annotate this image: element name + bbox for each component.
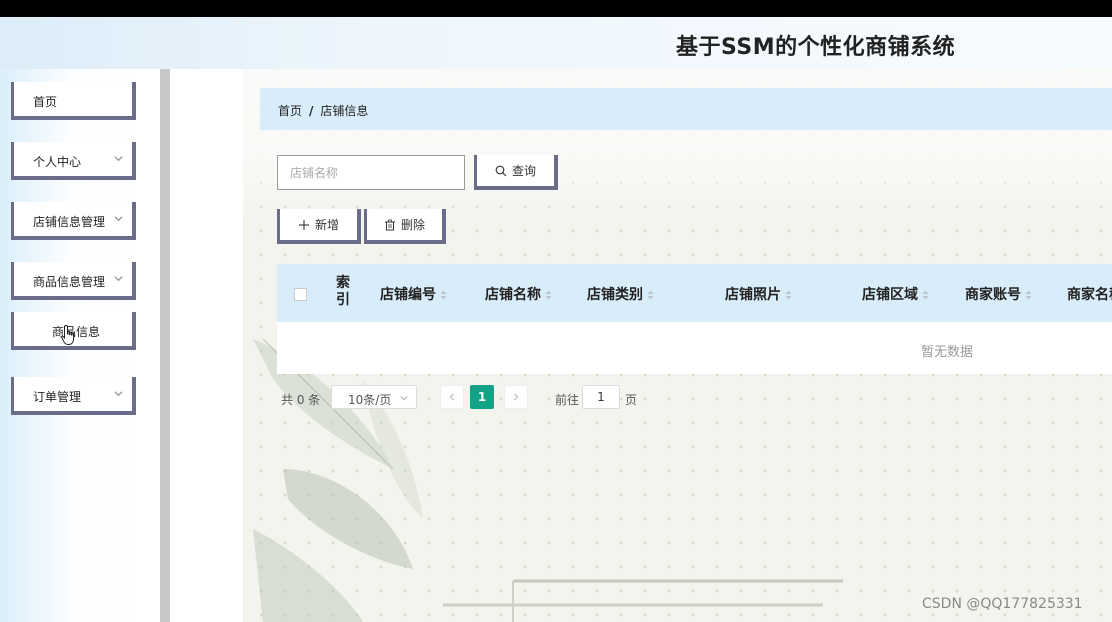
plus-icon <box>298 219 309 230</box>
sort-icon[interactable] <box>647 290 654 300</box>
column-header-index: 索引 <box>336 275 350 308</box>
column-header-merchant-name[interactable]: 商家名称 <box>1067 284 1112 304</box>
breadcrumb-separator: / <box>309 104 314 118</box>
table-empty-text: 暂无数据 <box>921 345 974 360</box>
search-icon <box>495 165 507 176</box>
add-button[interactable]: 新增 <box>277 209 361 244</box>
breadcrumb: 首页 / 店铺信息 <box>260 88 1112 130</box>
prev-page-button[interactable] <box>440 385 464 409</box>
chevron-down-icon <box>114 216 123 222</box>
search-button[interactable]: 查询 <box>474 155 558 190</box>
app-title: 基于SSM的个性化商铺系统 <box>676 35 956 60</box>
frame-background-illustration <box>443 579 843 622</box>
sidebar-item-label: 个人中心 <box>33 155 82 169</box>
breadcrumb-home-link[interactable]: 首页 <box>278 104 302 118</box>
app-header: 基于SSM的个性化商铺系统 <box>0 17 1112 69</box>
sort-icon[interactable] <box>545 290 552 300</box>
pagination-total: 共 0 条 <box>281 393 321 407</box>
goto-page-input[interactable] <box>582 385 620 409</box>
page-size-value: 10条/页 <box>348 393 392 407</box>
sidebar-scrollbar[interactable] <box>160 69 170 622</box>
chevron-down-icon <box>400 396 408 401</box>
next-page-button[interactable] <box>504 385 528 409</box>
sidebar-item-store-management[interactable]: 店铺信息管理 <box>11 202 136 240</box>
column-header-store-name[interactable]: 店铺名称 <box>485 284 552 304</box>
sidebar-item-order-management[interactable]: 订单管理 <box>11 377 136 415</box>
delete-button-label: 删除 <box>400 218 425 232</box>
content-gutter <box>170 69 243 622</box>
column-header-store-id[interactable]: 店铺编号 <box>380 284 447 304</box>
column-header-store-region[interactable]: 店铺区域 <box>862 284 929 304</box>
store-name-search-input[interactable] <box>277 155 465 190</box>
sidebar-item-label: 订单管理 <box>33 390 82 404</box>
main-content: 首页 / 店铺信息 查询 新增 删除 索引 店铺编号 店铺名称 店铺类别 店铺照片 … <box>243 69 1112 622</box>
top-black-bar <box>0 0 1112 17</box>
pagination: 共 0 条 10条/页 1 前往 页 <box>281 385 681 411</box>
sort-icon[interactable] <box>1025 290 1032 300</box>
chevron-left-icon <box>449 393 454 401</box>
goto-page-unit: 页 <box>625 393 638 407</box>
trash-icon <box>384 219 395 230</box>
sidebar: 首页 个人中心 店铺信息管理 商品信息管理 商品信息 订单管理 <box>0 69 160 622</box>
page-number-current[interactable]: 1 <box>470 385 494 409</box>
sidebar-item-label: 店铺信息管理 <box>33 215 106 229</box>
chevron-down-icon <box>114 391 123 397</box>
column-header-merchant-account[interactable]: 商家账号 <box>965 284 1032 304</box>
goto-label: 前往 <box>555 393 580 407</box>
chevron-down-icon <box>114 156 123 162</box>
hand-cursor-icon <box>61 324 74 345</box>
sort-icon[interactable] <box>785 290 792 300</box>
delete-button[interactable]: 删除 <box>364 209 446 244</box>
breadcrumb-current: 店铺信息 <box>320 104 369 118</box>
watermark-text: CSDN @QQ177825331 <box>922 596 1083 612</box>
select-all-checkbox[interactable] <box>294 288 307 301</box>
sidebar-item-product-management[interactable]: 商品信息管理 <box>11 262 136 300</box>
sort-icon[interactable] <box>922 290 929 300</box>
sidebar-item-home[interactable]: 首页 <box>11 82 136 120</box>
chevron-down-icon <box>114 276 123 282</box>
add-button-label: 新增 <box>314 218 339 232</box>
sidebar-subitem-product-info[interactable]: 商品信息 <box>11 312 136 350</box>
store-table: 索引 店铺编号 店铺名称 店铺类别 店铺照片 店铺区域 商家账号 商家名称 暂无… <box>277 264 1112 374</box>
chevron-right-icon <box>514 393 519 401</box>
search-button-label: 查询 <box>511 164 536 178</box>
column-header-store-category[interactable]: 店铺类别 <box>587 284 654 304</box>
column-header-store-photo[interactable]: 店铺照片 <box>725 284 792 304</box>
table-header: 索引 店铺编号 店铺名称 店铺类别 店铺照片 店铺区域 商家账号 商家名称 <box>277 264 1112 322</box>
sidebar-item-label: 商品信息管理 <box>33 275 106 289</box>
sidebar-item-personal-center[interactable]: 个人中心 <box>11 142 136 180</box>
sidebar-item-label: 首页 <box>33 95 58 109</box>
page-size-select[interactable]: 10条/页 <box>331 385 417 409</box>
sort-icon[interactable] <box>440 290 447 300</box>
